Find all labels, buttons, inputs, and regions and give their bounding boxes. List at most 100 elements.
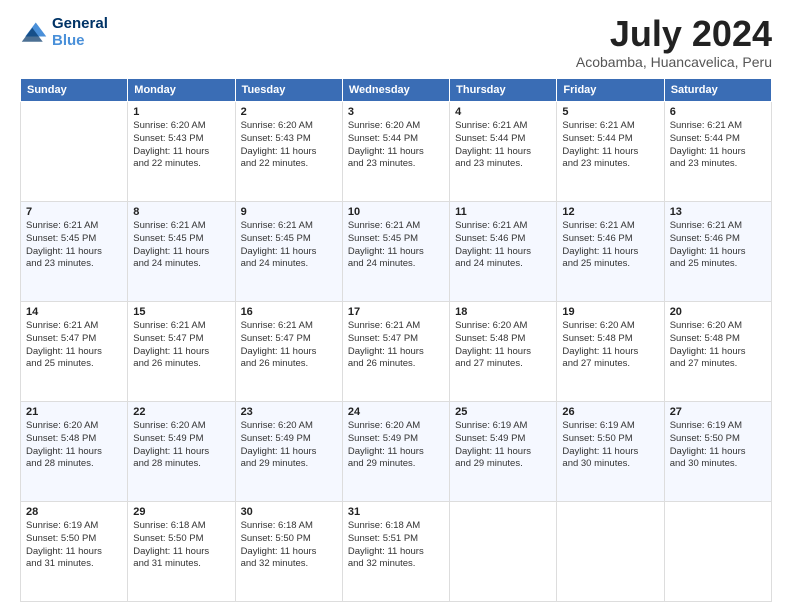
day-number: 1 [133, 106, 229, 118]
day-info: Sunrise: 6:20 AM Sunset: 5:44 PM Dayligh… [348, 120, 444, 171]
day-info: Sunrise: 6:21 AM Sunset: 5:45 PM Dayligh… [241, 220, 337, 271]
day-info: Sunrise: 6:20 AM Sunset: 5:49 PM Dayligh… [133, 420, 229, 471]
table-row: 11 Sunrise: 6:21 AM Sunset: 5:46 PM Dayli… [450, 202, 557, 302]
table-row: 20Sunrise: 6:20 AM Sunset: 5:48 PM Dayli… [664, 302, 771, 402]
day-number: 7 [26, 206, 122, 218]
table-row: 27 Sunrise: 6:19 AM Sunset: 5:50 PM Dayli… [664, 402, 771, 502]
day-number: 23 [241, 406, 337, 418]
day-info: Sunrise: 6:18 AM Sunset: 5:51 PM Dayligh… [348, 520, 444, 571]
table-row [450, 502, 557, 602]
day-info: Sunrise: 6:20 AM Sunset: 5:49 PM Dayligh… [348, 420, 444, 471]
table-row: 9 Sunrise: 6:21 AM Sunset: 5:45 PM Daylig… [235, 202, 342, 302]
day-number: 6 [670, 106, 766, 118]
day-number: 20 [670, 306, 766, 318]
table-row: 12Sunrise: 6:21 AM Sunset: 5:46 PM Dayli… [557, 202, 664, 302]
col-thursday: Thursday [450, 79, 557, 102]
table-row: 3 Sunrise: 6:20 AM Sunset: 5:44 PM Daylig… [342, 102, 449, 202]
day-info: Sunrise: 6:21 AM Sunset: 5:46 PM Dayligh… [562, 220, 658, 271]
table-row: 29Sunrise: 6:18 AM Sunset: 5:50 PM Dayli… [128, 502, 235, 602]
day-number: 31 [348, 506, 444, 518]
day-number: 17 [348, 306, 444, 318]
day-info: Sunrise: 6:19 AM Sunset: 5:49 PM Dayligh… [455, 420, 551, 471]
day-info: Sunrise: 6:18 AM Sunset: 5:50 PM Dayligh… [133, 520, 229, 571]
day-number: 18 [455, 306, 551, 318]
day-number: 24 [348, 406, 444, 418]
day-info: Sunrise: 6:21 AM Sunset: 5:46 PM Dayligh… [455, 220, 551, 271]
header: General Blue July 2024 Acobamba, Huancav… [20, 16, 772, 70]
day-number: 15 [133, 306, 229, 318]
table-row: 28 Sunrise: 6:19 AM Sunset: 5:50 PM Dayli… [21, 502, 128, 602]
day-info: Sunrise: 6:18 AM Sunset: 5:50 PM Dayligh… [241, 520, 337, 571]
col-wednesday: Wednesday [342, 79, 449, 102]
day-info: Sunrise: 6:21 AM Sunset: 5:46 PM Dayligh… [670, 220, 766, 271]
day-info: Sunrise: 6:20 AM Sunset: 5:43 PM Dayligh… [241, 120, 337, 171]
table-row [557, 502, 664, 602]
table-row: 2Sunrise: 6:20 AM Sunset: 5:43 PM Daylig… [235, 102, 342, 202]
table-row: 4 Sunrise: 6:21 AM Sunset: 5:44 PM Daylig… [450, 102, 557, 202]
day-info: Sunrise: 6:21 AM Sunset: 5:44 PM Dayligh… [455, 120, 551, 171]
col-sunday: Sunday [21, 79, 128, 102]
day-number: 14 [26, 306, 122, 318]
day-number: 27 [670, 406, 766, 418]
day-number: 8 [133, 206, 229, 218]
day-info: Sunrise: 6:20 AM Sunset: 5:49 PM Dayligh… [241, 420, 337, 471]
logo: General Blue [20, 16, 108, 49]
table-row: 5 Sunrise: 6:21 AM Sunset: 5:44 PM Daylig… [557, 102, 664, 202]
table-row: 15 Sunrise: 6:21 AM Sunset: 5:47 PM Dayli… [128, 302, 235, 402]
table-row: 10Sunrise: 6:21 AM Sunset: 5:45 PM Dayli… [342, 202, 449, 302]
day-number: 5 [562, 106, 658, 118]
day-info: Sunrise: 6:20 AM Sunset: 5:48 PM Dayligh… [26, 420, 122, 471]
table-row: 30 Sunrise: 6:18 AM Sunset: 5:50 PM Dayli… [235, 502, 342, 602]
table-row: 22 Sunrise: 6:20 AM Sunset: 5:49 PM Dayli… [128, 402, 235, 502]
day-number: 22 [133, 406, 229, 418]
day-info: Sunrise: 6:21 AM Sunset: 5:44 PM Dayligh… [562, 120, 658, 171]
title-block: July 2024 Acobamba, Huancavelica, Peru [576, 16, 772, 70]
table-row: 6Sunrise: 6:21 AM Sunset: 5:44 PM Daylig… [664, 102, 771, 202]
table-row: 26 Sunrise: 6:19 AM Sunset: 5:50 PM Dayli… [557, 402, 664, 502]
day-number: 13 [670, 206, 766, 218]
calendar-table: Sunday Monday Tuesday Wednesday Thursday… [20, 78, 772, 602]
day-number: 11 [455, 206, 551, 218]
day-number: 30 [241, 506, 337, 518]
day-number: 9 [241, 206, 337, 218]
table-row: 19Sunrise: 6:20 AM Sunset: 5:48 PM Dayli… [557, 302, 664, 402]
table-row: 25 Sunrise: 6:19 AM Sunset: 5:49 PM Dayli… [450, 402, 557, 502]
table-row: 1 Sunrise: 6:20 AM Sunset: 5:43 PM Daylig… [128, 102, 235, 202]
day-info: Sunrise: 6:19 AM Sunset: 5:50 PM Dayligh… [670, 420, 766, 471]
day-number: 26 [562, 406, 658, 418]
day-info: Sunrise: 6:19 AM Sunset: 5:50 PM Dayligh… [26, 520, 122, 571]
month-title: July 2024 [576, 16, 772, 52]
col-saturday: Saturday [664, 79, 771, 102]
calendar-week-row: 14 Sunrise: 6:21 AM Sunset: 5:47 PM Dayli… [21, 302, 772, 402]
location-subtitle: Acobamba, Huancavelica, Peru [576, 54, 772, 70]
day-number: 21 [26, 406, 122, 418]
day-info: Sunrise: 6:21 AM Sunset: 5:47 PM Dayligh… [133, 320, 229, 371]
col-friday: Friday [557, 79, 664, 102]
col-monday: Monday [128, 79, 235, 102]
page: General Blue July 2024 Acobamba, Huancav… [0, 0, 792, 612]
day-info: Sunrise: 6:20 AM Sunset: 5:48 PM Dayligh… [455, 320, 551, 371]
day-number: 3 [348, 106, 444, 118]
table-row: 31 Sunrise: 6:18 AM Sunset: 5:51 PM Dayli… [342, 502, 449, 602]
calendar-week-row: 7 Sunrise: 6:21 AM Sunset: 5:45 PM Daylig… [21, 202, 772, 302]
col-tuesday: Tuesday [235, 79, 342, 102]
table-row: 18 Sunrise: 6:20 AM Sunset: 5:48 PM Dayli… [450, 302, 557, 402]
logo-icon [20, 19, 48, 47]
table-row: 14 Sunrise: 6:21 AM Sunset: 5:47 PM Dayli… [21, 302, 128, 402]
day-number: 10 [348, 206, 444, 218]
table-row [664, 502, 771, 602]
day-number: 25 [455, 406, 551, 418]
logo-text: General Blue [52, 16, 108, 49]
day-number: 4 [455, 106, 551, 118]
day-info: Sunrise: 6:21 AM Sunset: 5:45 PM Dayligh… [133, 220, 229, 271]
day-info: Sunrise: 6:21 AM Sunset: 5:47 PM Dayligh… [348, 320, 444, 371]
day-info: Sunrise: 6:19 AM Sunset: 5:50 PM Dayligh… [562, 420, 658, 471]
day-info: Sunrise: 6:21 AM Sunset: 5:47 PM Dayligh… [241, 320, 337, 371]
day-number: 19 [562, 306, 658, 318]
day-number: 16 [241, 306, 337, 318]
day-info: Sunrise: 6:21 AM Sunset: 5:47 PM Dayligh… [26, 320, 122, 371]
table-row [21, 102, 128, 202]
calendar-week-row: 1 Sunrise: 6:20 AM Sunset: 5:43 PM Daylig… [21, 102, 772, 202]
day-number: 28 [26, 506, 122, 518]
day-info: Sunrise: 6:20 AM Sunset: 5:43 PM Dayligh… [133, 120, 229, 171]
